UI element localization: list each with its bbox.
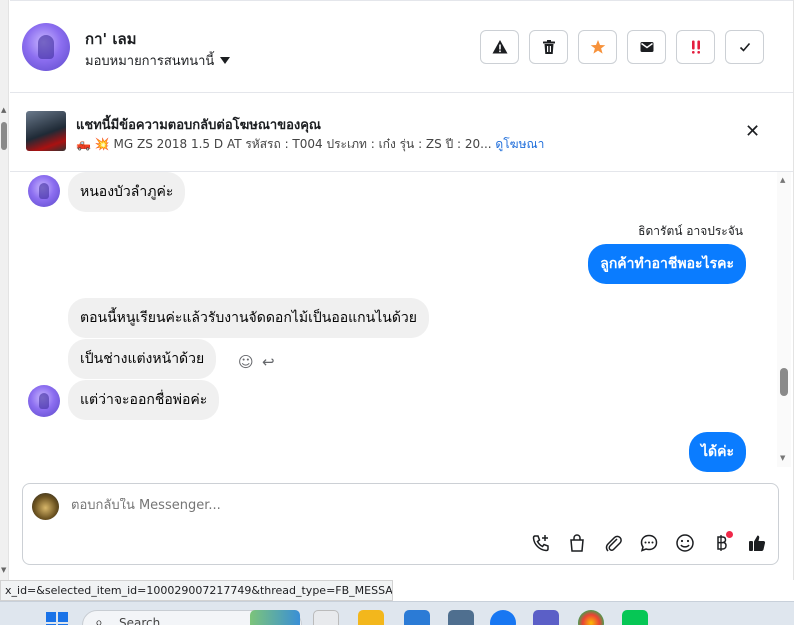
file-explorer-icon[interactable]: [358, 610, 384, 625]
ad-banner-subtitle: 🛻 💥 MG ZS 2018 1.5 D AT รหัสรถ : T004 ปร…: [76, 135, 544, 154]
calculator-icon[interactable]: [448, 610, 474, 625]
urgent-icon: [691, 40, 700, 54]
scroll-up-arrow-icon[interactable]: ▲: [780, 176, 785, 184]
ad-description: 🛻 💥 MG ZS 2018 1.5 D AT รหัสรถ : T004 ปร…: [76, 137, 492, 151]
composer-toolbar: [528, 530, 770, 556]
delete-button[interactable]: [529, 30, 568, 64]
outgoing-message[interactable]: ได้ค่ะ: [688, 432, 746, 472]
reply-composer: [22, 483, 779, 565]
view-ad-link[interactable]: ดูโฆษณา: [495, 137, 544, 151]
react-emoji-icon[interactable]: ☺: [238, 353, 254, 371]
sender-name: ธิดารัตน์ อาจประจัน: [638, 224, 743, 238]
scroll-down-arrow-icon[interactable]: ▼: [780, 454, 785, 462]
trash-icon: [542, 40, 555, 54]
envelope-icon: [640, 42, 653, 52]
left-scrollbar-thumb[interactable]: [1, 122, 7, 150]
assign-conversation-dropdown[interactable]: มอบหมายการสนทนานี้: [85, 50, 231, 71]
contact-avatar-small[interactable]: [28, 385, 60, 417]
line-app-icon[interactable]: [622, 610, 648, 625]
page-avatar: [32, 493, 59, 520]
messenger-window: ▲ ▼ กา' เลม มอบหมายการสนทนานี้ แชทนี้มีข…: [0, 0, 794, 625]
incoming-message[interactable]: เป็นช่างแต่งหน้าด้วย: [68, 339, 217, 379]
contact-name[interactable]: กา' เลม: [85, 27, 137, 51]
task-view-icon[interactable]: [313, 610, 339, 625]
conversation-header: กา' เลม มอบหมายการสนทนานี้: [10, 0, 793, 93]
page-bottom: [393, 580, 794, 601]
status-url: x_id=&selected_item_id=100029007217749&t…: [0, 580, 393, 601]
smiley-icon: [676, 534, 694, 552]
incoming-message[interactable]: แต่ว่าจะออกชื่อพ่อค่ะ: [68, 380, 220, 420]
chrome-icon[interactable]: [578, 610, 604, 625]
close-icon[interactable]: ✕: [745, 121, 760, 142]
ad-thumbnail[interactable]: [26, 111, 66, 151]
notepad-icon[interactable]: [404, 610, 430, 625]
scroll-up-arrow-icon[interactable]: ▲: [1, 106, 6, 114]
shopping-bag-icon: [570, 534, 584, 552]
header-actions: [480, 30, 764, 64]
contact-avatar[interactable]: [22, 23, 70, 71]
chat-bubble-icon: [640, 534, 658, 552]
warning-icon: [492, 40, 507, 54]
taskbar: ⌕ Search: [0, 601, 794, 625]
check-icon: [739, 42, 750, 52]
teams-icon[interactable]: [533, 610, 559, 625]
notification-dot: [726, 531, 733, 538]
payment-button[interactable]: [708, 530, 734, 556]
taskbar-search-label: Search: [119, 616, 161, 625]
star-icon: [590, 40, 605, 54]
facebook-icon[interactable]: [490, 610, 516, 625]
emoji-button[interactable]: [672, 530, 698, 556]
incoming-message[interactable]: ตอนนี้หนูเรียนค่ะแล้วรับงานจัดดอกไม้เป็น…: [68, 298, 429, 338]
contact-avatar-small[interactable]: [28, 175, 60, 207]
windows-start-icon[interactable]: [46, 612, 68, 625]
outgoing-message[interactable]: ลูกค้าทำอาชีพอะไรคะ: [588, 244, 746, 284]
paperclip-icon: [605, 535, 622, 552]
caret-down-icon: [220, 57, 231, 64]
reply-arrow-icon[interactable]: ↩: [262, 353, 275, 371]
call-button[interactable]: [528, 530, 554, 556]
like-button[interactable]: [744, 530, 770, 556]
reply-input[interactable]: [71, 498, 751, 513]
assign-label: มอบหมายการสนทนานี้: [85, 54, 215, 69]
thread-scrollbar[interactable]: ▲ ▼: [777, 172, 791, 467]
mark-done-button[interactable]: [725, 30, 764, 64]
thumbs-up-icon: [749, 535, 766, 551]
thread-scrollbar-thumb[interactable]: [780, 368, 788, 396]
message-thread[interactable]: หนองบัวลำภูค่ะ ธิดารัตน์ อาจประจัน ลูกค้…: [10, 172, 775, 472]
phone-plus-icon: [532, 535, 549, 552]
left-scrollbar[interactable]: ▲ ▼: [0, 0, 9, 580]
saved-replies-button[interactable]: [636, 530, 662, 556]
incoming-message[interactable]: หนองบัวลำภูค่ะ: [68, 172, 186, 212]
report-spam-button[interactable]: [480, 30, 519, 64]
star-button[interactable]: [578, 30, 617, 64]
ad-banner-title: แชทนี้มีข้อความตอบกลับต่อโฆษณาของคุณ: [76, 118, 321, 133]
scroll-down-arrow-icon[interactable]: ▼: [1, 566, 6, 574]
ad-reply-banner: แชทนี้มีข้อความตอบกลับต่อโฆษณาของคุณ 🛻 💥…: [10, 94, 793, 172]
shop-button[interactable]: [564, 530, 590, 556]
mark-unread-button[interactable]: [627, 30, 666, 64]
search-icon: ⌕: [95, 615, 103, 625]
follow-up-button[interactable]: [676, 30, 715, 64]
search-highlight-image: [250, 610, 300, 625]
attach-button[interactable]: [600, 530, 626, 556]
